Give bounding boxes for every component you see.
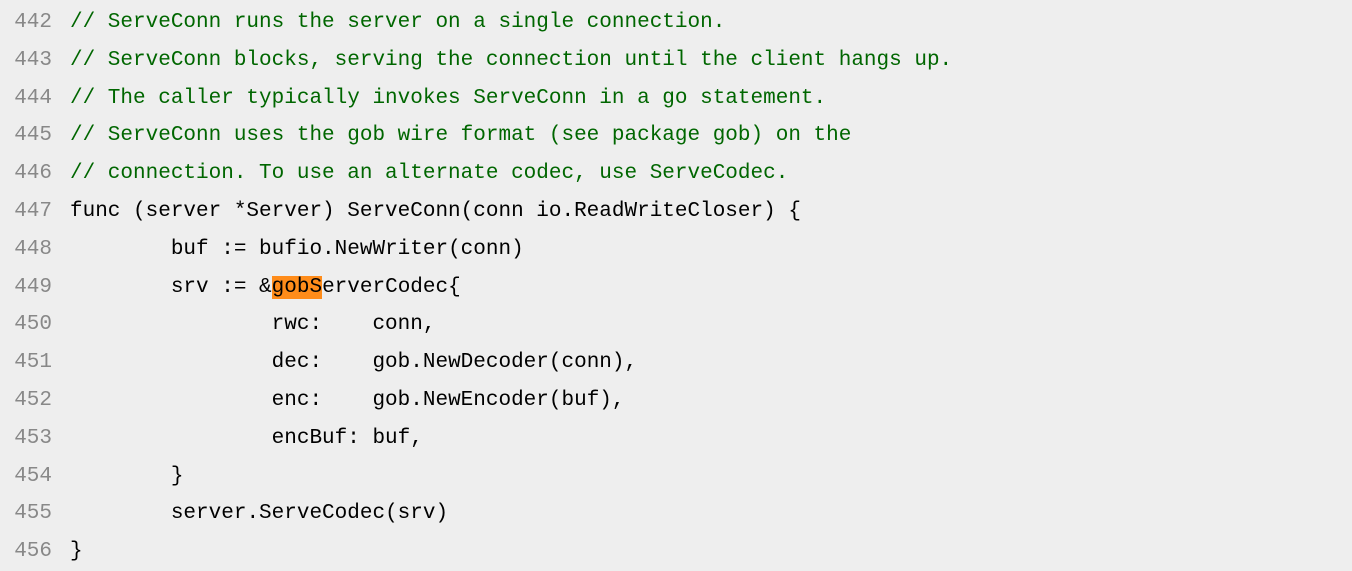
line-number: 448 bbox=[0, 231, 70, 269]
code-content: // connection. To use an alternate codec… bbox=[70, 155, 1352, 193]
code-line[interactable]: 448 buf := bufio.NewWriter(conn) bbox=[0, 231, 1352, 269]
code-line[interactable]: 449 srv := &gobServerCodec{ bbox=[0, 269, 1352, 307]
line-number: 451 bbox=[0, 344, 70, 382]
line-number: 445 bbox=[0, 117, 70, 155]
line-number: 454 bbox=[0, 458, 70, 496]
code-line[interactable]: 452 enc: gob.NewEncoder(buf), bbox=[0, 382, 1352, 420]
search-highlight: gobS bbox=[272, 276, 322, 299]
code-line[interactable]: 453 encBuf: buf, bbox=[0, 420, 1352, 458]
code-line[interactable]: 450 rwc: conn, bbox=[0, 306, 1352, 344]
code-content: encBuf: buf, bbox=[70, 420, 1352, 458]
code-content: dec: gob.NewDecoder(conn), bbox=[70, 344, 1352, 382]
line-number: 455 bbox=[0, 495, 70, 533]
line-number: 453 bbox=[0, 420, 70, 458]
line-number: 456 bbox=[0, 533, 70, 571]
code-content: } bbox=[70, 458, 1352, 496]
code-line[interactable]: 455 server.ServeCodec(srv) bbox=[0, 495, 1352, 533]
line-number: 446 bbox=[0, 155, 70, 193]
code-content: buf := bufio.NewWriter(conn) bbox=[70, 231, 1352, 269]
code-line[interactable]: 442 // ServeConn runs the server on a si… bbox=[0, 4, 1352, 42]
code-content: func (server *Server) ServeConn(conn io.… bbox=[70, 193, 1352, 231]
code-line[interactable]: 445 // ServeConn uses the gob wire forma… bbox=[0, 117, 1352, 155]
code-content: // ServeConn runs the server on a single… bbox=[70, 4, 1352, 42]
line-number: 449 bbox=[0, 269, 70, 307]
line-number: 444 bbox=[0, 80, 70, 118]
code-line[interactable]: 446 // connection. To use an alternate c… bbox=[0, 155, 1352, 193]
code-content: enc: gob.NewEncoder(buf), bbox=[70, 382, 1352, 420]
code-line[interactable]: 451 dec: gob.NewDecoder(conn), bbox=[0, 344, 1352, 382]
code-line[interactable]: 454 } bbox=[0, 458, 1352, 496]
code-content: // ServeConn uses the gob wire format (s… bbox=[70, 117, 1352, 155]
code-editor[interactable]: 442 // ServeConn runs the server on a si… bbox=[0, 4, 1352, 571]
code-content: srv := &gobServerCodec{ bbox=[70, 269, 1352, 307]
code-content: // The caller typically invokes ServeCon… bbox=[70, 80, 1352, 118]
code-content: server.ServeCodec(srv) bbox=[70, 495, 1352, 533]
code-line[interactable]: 444 // The caller typically invokes Serv… bbox=[0, 80, 1352, 118]
code-content: rwc: conn, bbox=[70, 306, 1352, 344]
code-line[interactable]: 443 // ServeConn blocks, serving the con… bbox=[0, 42, 1352, 80]
code-content: // ServeConn blocks, serving the connect… bbox=[70, 42, 1352, 80]
code-line[interactable]: 456 } bbox=[0, 533, 1352, 571]
line-number: 447 bbox=[0, 193, 70, 231]
line-number: 442 bbox=[0, 4, 70, 42]
line-number: 452 bbox=[0, 382, 70, 420]
code-content: } bbox=[70, 533, 1352, 571]
line-number: 443 bbox=[0, 42, 70, 80]
line-number: 450 bbox=[0, 306, 70, 344]
code-line[interactable]: 447 func (server *Server) ServeConn(conn… bbox=[0, 193, 1352, 231]
